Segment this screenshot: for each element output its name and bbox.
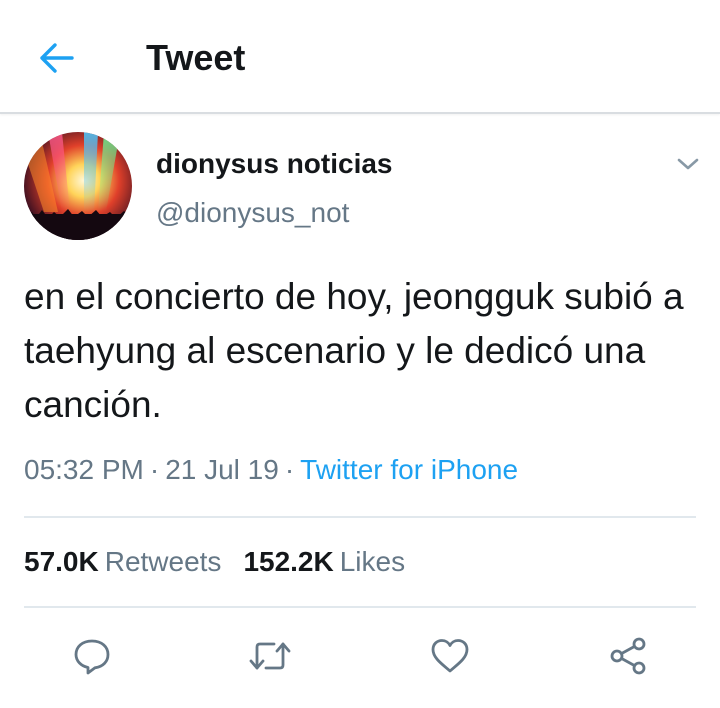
tweet-time: 05:32 PM xyxy=(24,454,144,485)
divider xyxy=(24,516,696,518)
share-button[interactable] xyxy=(606,634,650,678)
likes-count: 152.2K xyxy=(243,546,334,577)
retweet-icon xyxy=(249,642,291,670)
tweet-metadata: 05:32 PM · 21 Jul 19 · Twitter for iPhone xyxy=(24,452,518,488)
engagement-stats: 57.0K Retweets 152.2K Likes xyxy=(24,544,405,580)
likes-stat[interactable]: 152.2K Likes xyxy=(243,544,405,580)
concert-lights-avatar xyxy=(24,132,132,240)
arrow-left-icon xyxy=(40,43,74,73)
like-button[interactable] xyxy=(428,634,472,678)
retweets-count: 57.0K xyxy=(24,546,99,577)
tweet-text: en el concierto de hoy, jeongguk subió a… xyxy=(24,276,684,425)
share-icon xyxy=(610,637,646,675)
author-handle[interactable]: @dionysus_not xyxy=(156,195,349,231)
meta-separator: · xyxy=(149,454,160,485)
avatar[interactable] xyxy=(24,132,132,240)
retweet-button[interactable] xyxy=(248,634,292,678)
divider xyxy=(24,606,696,608)
reply-button[interactable] xyxy=(70,634,114,678)
page-title: Tweet xyxy=(146,37,246,78)
back-button[interactable] xyxy=(36,38,76,78)
author-display-name[interactable]: dionysus noticias xyxy=(156,146,393,182)
retweets-label: Retweets xyxy=(104,546,222,577)
heart-icon xyxy=(431,639,469,673)
tweet-date: 21 Jul 19 xyxy=(165,454,279,485)
likes-label: Likes xyxy=(339,546,406,577)
tweet-options-button[interactable] xyxy=(672,148,704,180)
tweet-source-link[interactable]: Twitter for iPhone xyxy=(300,454,518,485)
top-app-bar: Tweet xyxy=(0,0,720,114)
reply-icon xyxy=(74,639,110,675)
retweets-stat[interactable]: 57.0K Retweets xyxy=(24,544,221,580)
chevron-down-icon xyxy=(677,158,699,170)
meta-separator: · xyxy=(284,454,295,485)
